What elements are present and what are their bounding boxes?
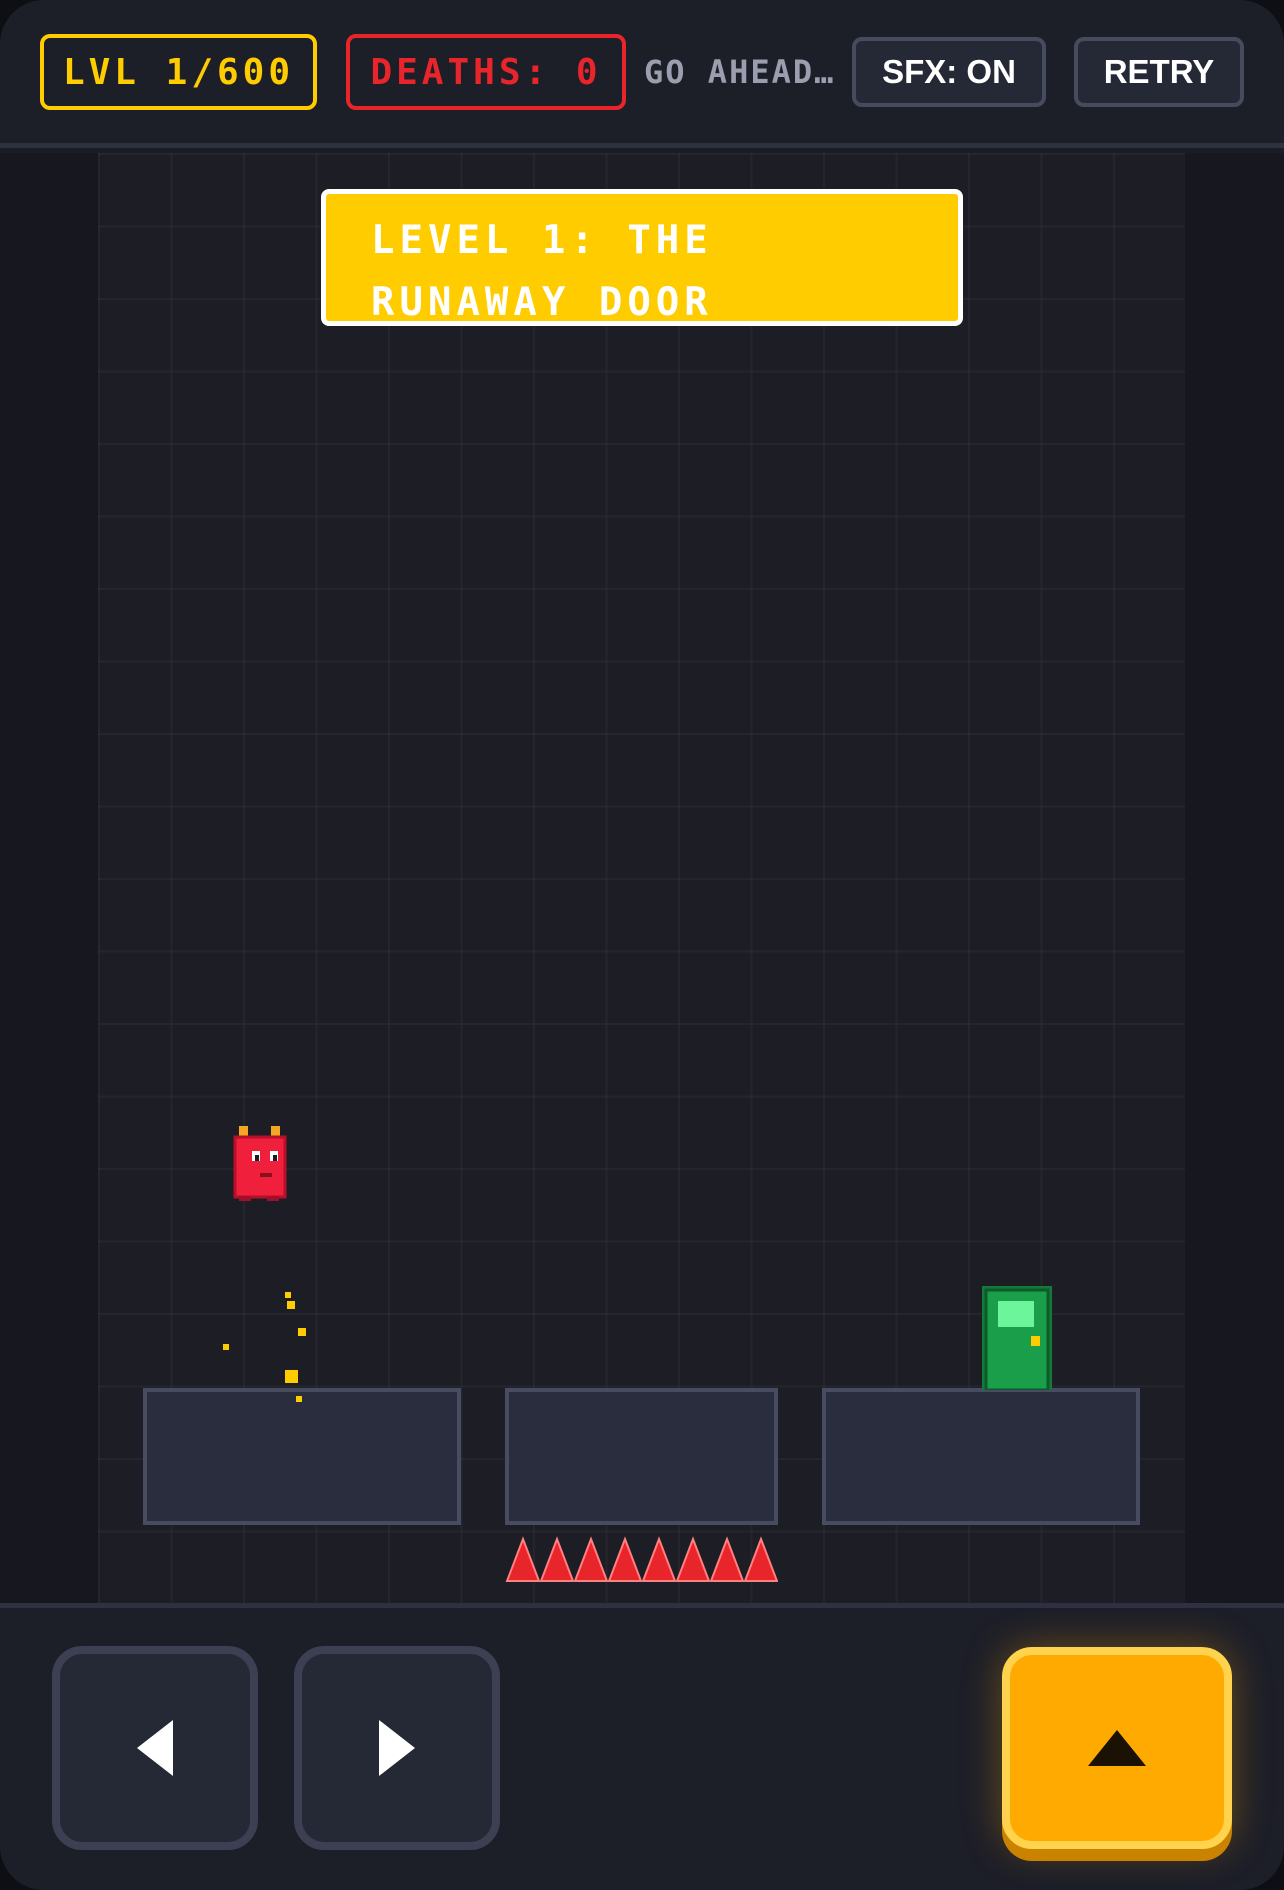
game-screen: LVL 1/600 DEATHS: 0 GO AHEAD… SFX: ON RE… [0, 0, 1284, 1890]
platform-right [822, 1388, 1140, 1525]
death-counter: DEATHS: 0 [346, 34, 626, 110]
playfield [0, 153, 1284, 1603]
triangle-right-icon [379, 1720, 415, 1776]
spike-row [505, 1536, 778, 1582]
triangle-left-icon [137, 1720, 173, 1776]
sfx-toggle-button[interactable]: SFX: ON [852, 37, 1046, 107]
level-title-banner: LEVEL 1: THE RUNAWAY DOOR [321, 189, 963, 326]
jump-button[interactable] [1002, 1647, 1232, 1849]
player-character [233, 1126, 287, 1201]
triangle-up-icon [1088, 1730, 1146, 1766]
taunt-message: GO AHEAD… [644, 53, 834, 91]
platform-middle [505, 1388, 778, 1525]
dust-particles [223, 1292, 306, 1402]
level-counter: LVL 1/600 [40, 34, 317, 110]
move-left-button[interactable] [52, 1646, 258, 1850]
platform-left [143, 1388, 461, 1525]
top-hud: LVL 1/600 DEATHS: 0 GO AHEAD… SFX: ON RE… [0, 0, 1284, 148]
retry-button[interactable]: RETRY [1074, 37, 1244, 107]
exit-door [982, 1286, 1052, 1390]
move-right-button[interactable] [294, 1646, 500, 1850]
